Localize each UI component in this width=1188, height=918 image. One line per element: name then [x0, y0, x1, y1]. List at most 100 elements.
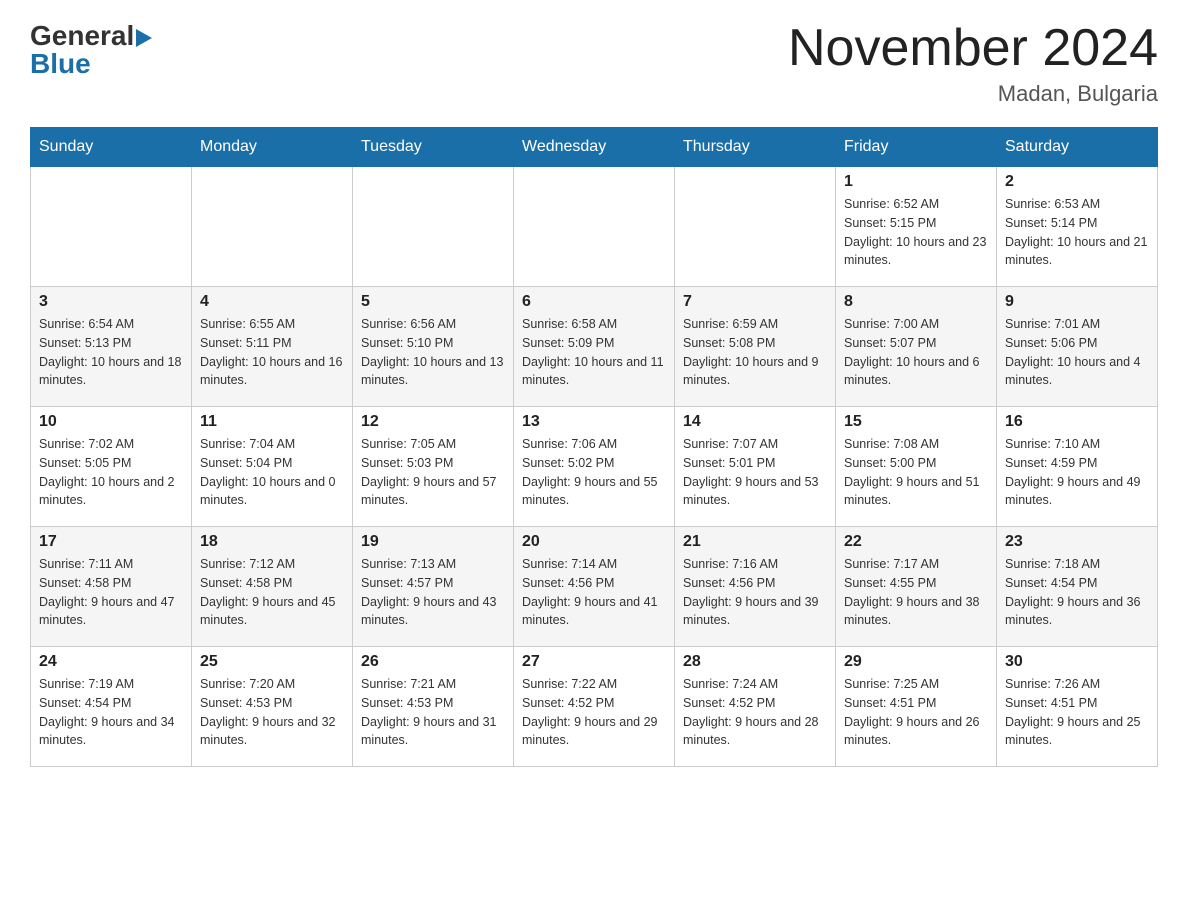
day-cell: 2 Sunrise: 6:53 AMSunset: 5:14 PMDaylight… — [997, 167, 1158, 287]
day-cell — [675, 167, 836, 287]
day-cell: 30Sunrise: 7:26 AMSunset: 4:51 PMDayligh… — [997, 647, 1158, 767]
day-cell: 6 Sunrise: 6:58 AMSunset: 5:09 PMDaylight… — [514, 287, 675, 407]
day-cell: 17 Sunrise: 7:11 AMSunset: 4:58 PMDayligh… — [31, 527, 192, 647]
day-number: 22 — [844, 533, 988, 551]
day-info: Sunrise: 7:18 AMSunset: 4:54 PMDaylight:… — [1005, 555, 1149, 630]
day-number: 18 — [200, 533, 344, 551]
day-number: 10 — [39, 413, 183, 431]
logo-blue-text: Blue — [30, 48, 91, 80]
day-info: Sunrise: 7:02 AMSunset: 5:05 PMDaylight:… — [39, 435, 183, 510]
day-info: Sunrise: 7:25 AMSunset: 4:51 PMDaylight:… — [844, 675, 988, 750]
day-number: 6 — [522, 293, 666, 311]
day-number: 23 — [1005, 533, 1149, 551]
day-number: 14 — [683, 413, 827, 431]
day-cell: 7 Sunrise: 6:59 AMSunset: 5:08 PMDaylight… — [675, 287, 836, 407]
day-cell: 11 Sunrise: 7:04 AMSunset: 5:04 PMDayligh… — [192, 407, 353, 527]
day-number: 24 — [39, 653, 183, 671]
week-row-1: 1Sunrise: 6:52 AMSunset: 5:15 PMDaylight… — [31, 167, 1158, 287]
day-info: Sunrise: 7:07 AMSunset: 5:01 PMDaylight:… — [683, 435, 827, 510]
day-info: Sunrise: 7:16 AMSunset: 4:56 PMDaylight:… — [683, 555, 827, 630]
day-info: Sunrise: 7:19 AMSunset: 4:54 PMDaylight:… — [39, 675, 183, 750]
day-number: 2 — [1005, 173, 1149, 191]
weekday-header-friday: Friday — [836, 128, 997, 167]
day-info: Sunrise: 6:52 AMSunset: 5:15 PMDaylight:… — [844, 195, 988, 270]
day-info: Sunrise: 7:14 AMSunset: 4:56 PMDaylight:… — [522, 555, 666, 630]
day-cell — [353, 167, 514, 287]
day-info: Sunrise: 7:24 AMSunset: 4:52 PMDaylight:… — [683, 675, 827, 750]
weekday-header-thursday: Thursday — [675, 128, 836, 167]
day-info: Sunrise: 6:58 AMSunset: 5:09 PMDaylight:… — [522, 315, 666, 390]
logo: General Blue — [30, 20, 154, 80]
week-row-5: 24 Sunrise: 7:19 AMSunset: 4:54 PMDayligh… — [31, 647, 1158, 767]
day-info: Sunrise: 7:00 AMSunset: 5:07 PMDaylight:… — [844, 315, 988, 390]
weekday-header-saturday: Saturday — [997, 128, 1158, 167]
day-number: 17 — [39, 533, 183, 551]
day-number: 7 — [683, 293, 827, 311]
day-info: Sunrise: 7:04 AMSunset: 5:04 PMDaylight:… — [200, 435, 344, 510]
week-row-3: 10 Sunrise: 7:02 AMSunset: 5:05 PMDayligh… — [31, 407, 1158, 527]
day-info: Sunrise: 6:59 AMSunset: 5:08 PMDaylight:… — [683, 315, 827, 390]
day-number: 29 — [844, 653, 988, 671]
day-info: Sunrise: 7:13 AMSunset: 4:57 PMDaylight:… — [361, 555, 505, 630]
day-number: 9 — [1005, 293, 1149, 311]
day-cell: 3 Sunrise: 6:54 AMSunset: 5:13 PMDaylight… — [31, 287, 192, 407]
day-cell: 13 Sunrise: 7:06 AMSunset: 5:02 PMDayligh… — [514, 407, 675, 527]
logo-arrow-icon — [136, 29, 152, 47]
day-info: Sunrise: 7:12 AMSunset: 4:58 PMDaylight:… — [200, 555, 344, 630]
day-number: 26 — [361, 653, 505, 671]
day-info: Sunrise: 6:53 AMSunset: 5:14 PMDaylight:… — [1005, 195, 1149, 270]
day-cell: 22Sunrise: 7:17 AMSunset: 4:55 PMDayligh… — [836, 527, 997, 647]
day-number: 27 — [522, 653, 666, 671]
day-cell: 29 Sunrise: 7:25 AMSunset: 4:51 PMDayligh… — [836, 647, 997, 767]
page-header: General Blue November 2024 Madan, Bulgar… — [30, 20, 1158, 107]
day-cell: 27 Sunrise: 7:22 AMSunset: 4:52 PMDayligh… — [514, 647, 675, 767]
week-row-2: 3 Sunrise: 6:54 AMSunset: 5:13 PMDaylight… — [31, 287, 1158, 407]
day-info: Sunrise: 7:08 AMSunset: 5:00 PMDaylight:… — [844, 435, 988, 510]
day-info: Sunrise: 7:06 AMSunset: 5:02 PMDaylight:… — [522, 435, 666, 510]
weekday-header-wednesday: Wednesday — [514, 128, 675, 167]
calendar-subtitle: Madan, Bulgaria — [788, 81, 1158, 107]
week-row-4: 17 Sunrise: 7:11 AMSunset: 4:58 PMDayligh… — [31, 527, 1158, 647]
day-cell — [31, 167, 192, 287]
day-info: Sunrise: 7:11 AMSunset: 4:58 PMDaylight:… — [39, 555, 183, 630]
weekday-header-tuesday: Tuesday — [353, 128, 514, 167]
title-block: November 2024 Madan, Bulgaria — [788, 20, 1158, 107]
day-cell: 18 Sunrise: 7:12 AMSunset: 4:58 PMDayligh… — [192, 527, 353, 647]
day-cell: 23 Sunrise: 7:18 AMSunset: 4:54 PMDayligh… — [997, 527, 1158, 647]
day-cell: 25Sunrise: 7:20 AMSunset: 4:53 PMDayligh… — [192, 647, 353, 767]
day-cell: 20 Sunrise: 7:14 AMSunset: 4:56 PMDayligh… — [514, 527, 675, 647]
day-number: 5 — [361, 293, 505, 311]
weekday-header-sunday: Sunday — [31, 128, 192, 167]
day-info: Sunrise: 7:22 AMSunset: 4:52 PMDaylight:… — [522, 675, 666, 750]
day-info: Sunrise: 6:54 AMSunset: 5:13 PMDaylight:… — [39, 315, 183, 390]
day-info: Sunrise: 7:01 AMSunset: 5:06 PMDaylight:… — [1005, 315, 1149, 390]
day-cell: 12 Sunrise: 7:05 AMSunset: 5:03 PMDayligh… — [353, 407, 514, 527]
day-cell: 1Sunrise: 6:52 AMSunset: 5:15 PMDaylight… — [836, 167, 997, 287]
day-cell: 28Sunrise: 7:24 AMSunset: 4:52 PMDayligh… — [675, 647, 836, 767]
day-number: 12 — [361, 413, 505, 431]
day-cell: 4 Sunrise: 6:55 AMSunset: 5:11 PMDaylight… — [192, 287, 353, 407]
day-info: Sunrise: 7:10 AMSunset: 4:59 PMDaylight:… — [1005, 435, 1149, 510]
day-number: 3 — [39, 293, 183, 311]
day-cell: 15Sunrise: 7:08 AMSunset: 5:00 PMDayligh… — [836, 407, 997, 527]
weekday-header-row: SundayMondayTuesdayWednesdayThursdayFrid… — [31, 128, 1158, 167]
day-info: Sunrise: 7:20 AMSunset: 4:53 PMDaylight:… — [200, 675, 344, 750]
day-cell: 19 Sunrise: 7:13 AMSunset: 4:57 PMDayligh… — [353, 527, 514, 647]
day-cell: 26 Sunrise: 7:21 AMSunset: 4:53 PMDayligh… — [353, 647, 514, 767]
day-number: 11 — [200, 413, 344, 431]
day-number: 4 — [200, 293, 344, 311]
day-number: 19 — [361, 533, 505, 551]
day-number: 13 — [522, 413, 666, 431]
day-cell: 10 Sunrise: 7:02 AMSunset: 5:05 PMDayligh… — [31, 407, 192, 527]
day-cell: 5 Sunrise: 6:56 AMSunset: 5:10 PMDaylight… — [353, 287, 514, 407]
day-number: 20 — [522, 533, 666, 551]
day-info: Sunrise: 6:55 AMSunset: 5:11 PMDaylight:… — [200, 315, 344, 390]
day-info: Sunrise: 7:05 AMSunset: 5:03 PMDaylight:… — [361, 435, 505, 510]
calendar-table: SundayMondayTuesdayWednesdayThursdayFrid… — [30, 127, 1158, 767]
day-info: Sunrise: 6:56 AMSunset: 5:10 PMDaylight:… — [361, 315, 505, 390]
day-info: Sunrise: 7:26 AMSunset: 4:51 PMDaylight:… — [1005, 675, 1149, 750]
day-cell: 24 Sunrise: 7:19 AMSunset: 4:54 PMDayligh… — [31, 647, 192, 767]
day-info: Sunrise: 7:21 AMSunset: 4:53 PMDaylight:… — [361, 675, 505, 750]
day-cell: 9 Sunrise: 7:01 AMSunset: 5:06 PMDaylight… — [997, 287, 1158, 407]
day-cell — [192, 167, 353, 287]
